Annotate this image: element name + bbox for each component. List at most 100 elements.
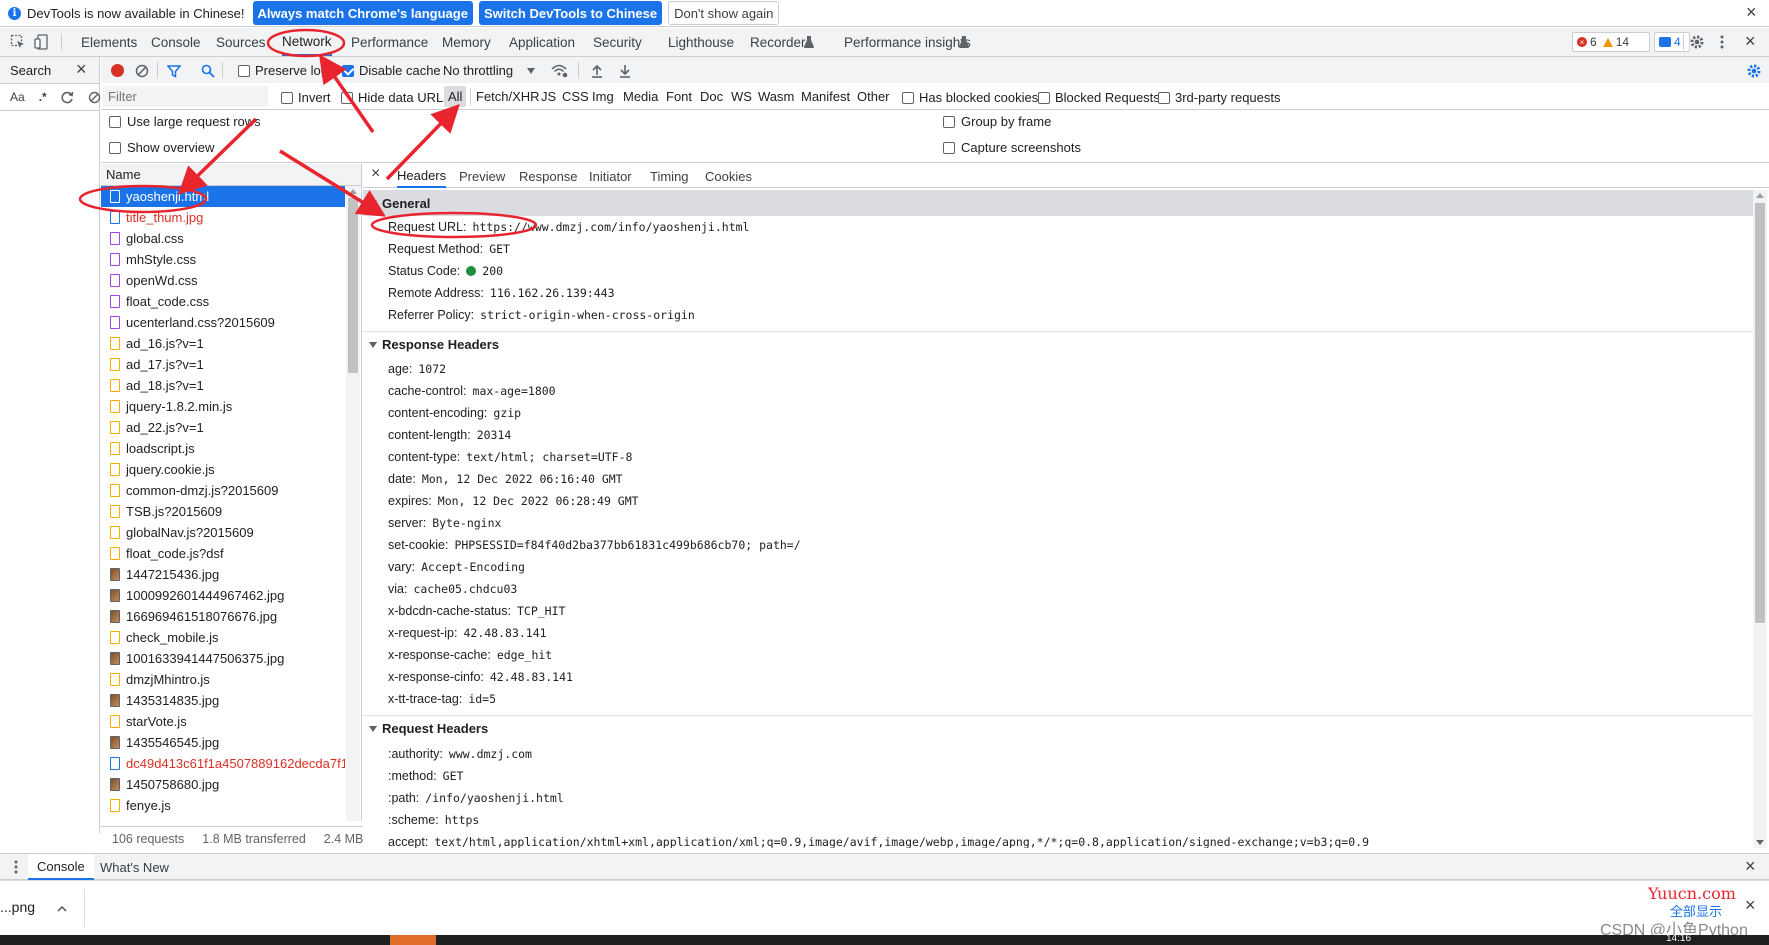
disable-cache-box[interactable] bbox=[342, 64, 354, 77]
filter-funnel-icon[interactable] bbox=[166, 63, 181, 78]
close-detail-icon[interactable]: × bbox=[371, 165, 380, 183]
match-case-toggle[interactable]: Aa bbox=[10, 90, 25, 104]
request-row[interactable]: ad_17.js?v=1 bbox=[101, 354, 345, 375]
filter-type-media[interactable]: Media bbox=[623, 83, 658, 110]
request-list-scrollbar[interactable] bbox=[346, 186, 360, 821]
export-har-icon[interactable] bbox=[618, 63, 632, 78]
network-settings-gear-icon[interactable] bbox=[1745, 62, 1762, 79]
third-party-checkbox[interactable]: 3rd-party requests bbox=[1158, 90, 1281, 105]
tab-console[interactable]: Console bbox=[151, 28, 201, 56]
name-column-header[interactable]: Name bbox=[101, 164, 361, 186]
detail-tab-response[interactable]: Response bbox=[519, 164, 578, 188]
detail-tab-preview[interactable]: Preview bbox=[459, 164, 505, 188]
request-row[interactable]: dmzjMhintro.js bbox=[101, 669, 345, 690]
hide-data-urls-box[interactable] bbox=[341, 91, 353, 104]
issue-counter[interactable]: × 6 14 bbox=[1572, 32, 1650, 52]
settings-gear-icon[interactable] bbox=[1688, 33, 1706, 51]
request-row[interactable]: fenye.js bbox=[101, 795, 345, 816]
request-row[interactable]: 1435546545.jpg bbox=[101, 732, 345, 753]
filter-type-all[interactable]: All bbox=[444, 86, 467, 107]
request-row[interactable]: dc49d413c61f1a4507889162decda7f1.pn bbox=[101, 753, 345, 774]
filter-type-doc[interactable]: Doc bbox=[700, 83, 723, 110]
close-drawer-icon[interactable]: × bbox=[1745, 856, 1756, 877]
show-overview-box[interactable] bbox=[109, 141, 121, 154]
detail-scrollbar[interactable] bbox=[1753, 190, 1767, 848]
capture-screenshots-box[interactable] bbox=[943, 141, 955, 154]
third-party-box[interactable] bbox=[1158, 91, 1170, 104]
request-row[interactable]: 1000992601444967462.jpg bbox=[101, 585, 345, 606]
inspect-element-icon[interactable] bbox=[10, 34, 26, 50]
request-row[interactable]: ad_16.js?v=1 bbox=[101, 333, 345, 354]
request-row[interactable]: global.css bbox=[101, 228, 345, 249]
clear-search-icon[interactable] bbox=[88, 91, 101, 104]
request-row[interactable]: loadscript.js bbox=[101, 438, 345, 459]
tab-sources[interactable]: Sources bbox=[216, 28, 266, 56]
filter-type-other[interactable]: Other bbox=[857, 83, 890, 110]
drawer-tab-whats-new[interactable]: What's New bbox=[100, 854, 169, 880]
tab-elements[interactable]: Elements bbox=[81, 28, 137, 56]
drawer-tab-console[interactable]: Console bbox=[28, 854, 94, 880]
tab-performance[interactable]: Performance bbox=[351, 28, 428, 56]
tab-network[interactable]: Network bbox=[282, 28, 332, 56]
preserve-log-checkbox[interactable]: Preserve log bbox=[238, 63, 328, 78]
always-match-language-button[interactable]: Always match Chrome's language bbox=[252, 1, 473, 25]
tab-performance-insights[interactable]: Performance insights bbox=[844, 28, 971, 56]
tab-memory[interactable]: Memory bbox=[442, 28, 491, 56]
scroll-down-arrow[interactable] bbox=[1756, 840, 1764, 845]
request-row[interactable]: mhStyle.css bbox=[101, 249, 345, 270]
scroll-up-arrow[interactable] bbox=[1756, 193, 1764, 198]
request-row[interactable]: ad_22.js?v=1 bbox=[101, 417, 345, 438]
scroll-up-arrow[interactable] bbox=[349, 189, 357, 194]
request-row[interactable]: starVote.js bbox=[101, 711, 345, 732]
search-icon[interactable] bbox=[200, 63, 215, 78]
network-conditions-icon[interactable] bbox=[551, 63, 568, 78]
close-search-icon[interactable]: × bbox=[76, 59, 87, 80]
scrollbar-thumb[interactable] bbox=[1755, 203, 1765, 623]
request-row[interactable]: float_code.js?dsf bbox=[101, 543, 345, 564]
record-button[interactable] bbox=[111, 64, 124, 77]
tab-lighthouse[interactable]: Lighthouse bbox=[668, 28, 734, 56]
request-row[interactable]: openWd.css bbox=[101, 270, 345, 291]
request-row[interactable]: ucenterland.css?2015609 bbox=[101, 312, 345, 333]
filter-input[interactable] bbox=[103, 86, 268, 107]
more-options-icon[interactable] bbox=[1716, 33, 1728, 51]
request-row[interactable]: 1435314835.jpg bbox=[101, 690, 345, 711]
filter-type-fetch-xhr[interactable]: Fetch/XHR bbox=[476, 83, 540, 110]
request-row[interactable]: 166969461518076676.jpg bbox=[101, 606, 345, 627]
clear-log-icon[interactable] bbox=[134, 63, 149, 78]
request-row[interactable]: ad_18.js?v=1 bbox=[101, 375, 345, 396]
has-blocked-cookies-box[interactable] bbox=[902, 91, 914, 104]
detail-tab-headers[interactable]: Headers bbox=[397, 164, 447, 188]
scrollbar-thumb[interactable] bbox=[348, 198, 358, 373]
disable-cache-checkbox[interactable]: Disable cache bbox=[342, 63, 441, 78]
detail-tab-timing[interactable]: Timing bbox=[650, 164, 689, 188]
blocked-requests-checkbox[interactable]: Blocked Requests bbox=[1038, 90, 1160, 105]
request-row[interactable]: yaoshenji.html bbox=[101, 186, 345, 207]
request-row[interactable]: 1001633941447506375.jpg bbox=[101, 648, 345, 669]
close-devtools-icon[interactable]: × bbox=[1745, 31, 1756, 52]
request-row[interactable]: jquery.cookie.js bbox=[101, 459, 345, 480]
drawer-menu-icon[interactable] bbox=[12, 860, 20, 874]
hide-data-urls-checkbox[interactable]: Hide data URLs bbox=[341, 90, 450, 105]
messages-counter[interactable]: 4 bbox=[1654, 32, 1690, 52]
download-filename[interactable]: ...png bbox=[0, 899, 35, 915]
preserve-log-box[interactable] bbox=[238, 64, 250, 77]
request-row[interactable]: check_mobile.js bbox=[101, 627, 345, 648]
has-blocked-cookies-checkbox[interactable]: Has blocked cookies bbox=[902, 90, 1038, 105]
tab-security[interactable]: Security bbox=[593, 28, 642, 56]
detail-tab-cookies[interactable]: Cookies bbox=[705, 164, 752, 188]
infobar-close-icon[interactable]: × bbox=[1746, 2, 1757, 23]
request-row[interactable]: float_code.css bbox=[101, 291, 345, 312]
invert-box[interactable] bbox=[281, 91, 293, 104]
group-by-frame-checkbox[interactable]: Group by frame bbox=[943, 114, 1051, 129]
large-rows-checkbox[interactable]: Use large request rows bbox=[109, 114, 261, 129]
device-toolbar-icon[interactable] bbox=[34, 34, 50, 50]
request-row[interactable]: title_thum.jpg bbox=[101, 207, 345, 228]
filter-type-font[interactable]: Font bbox=[666, 83, 692, 110]
request-headers-section-header[interactable]: Request Headers bbox=[363, 715, 1753, 741]
general-section-header[interactable]: General bbox=[363, 190, 1753, 216]
request-row[interactable]: jquery-1.8.2.min.js bbox=[101, 396, 345, 417]
capture-screenshots-checkbox[interactable]: Capture screenshots bbox=[943, 140, 1081, 155]
throttling-select[interactable]: No throttling bbox=[443, 63, 536, 78]
dont-show-again-button[interactable]: Don't show again bbox=[668, 1, 780, 25]
